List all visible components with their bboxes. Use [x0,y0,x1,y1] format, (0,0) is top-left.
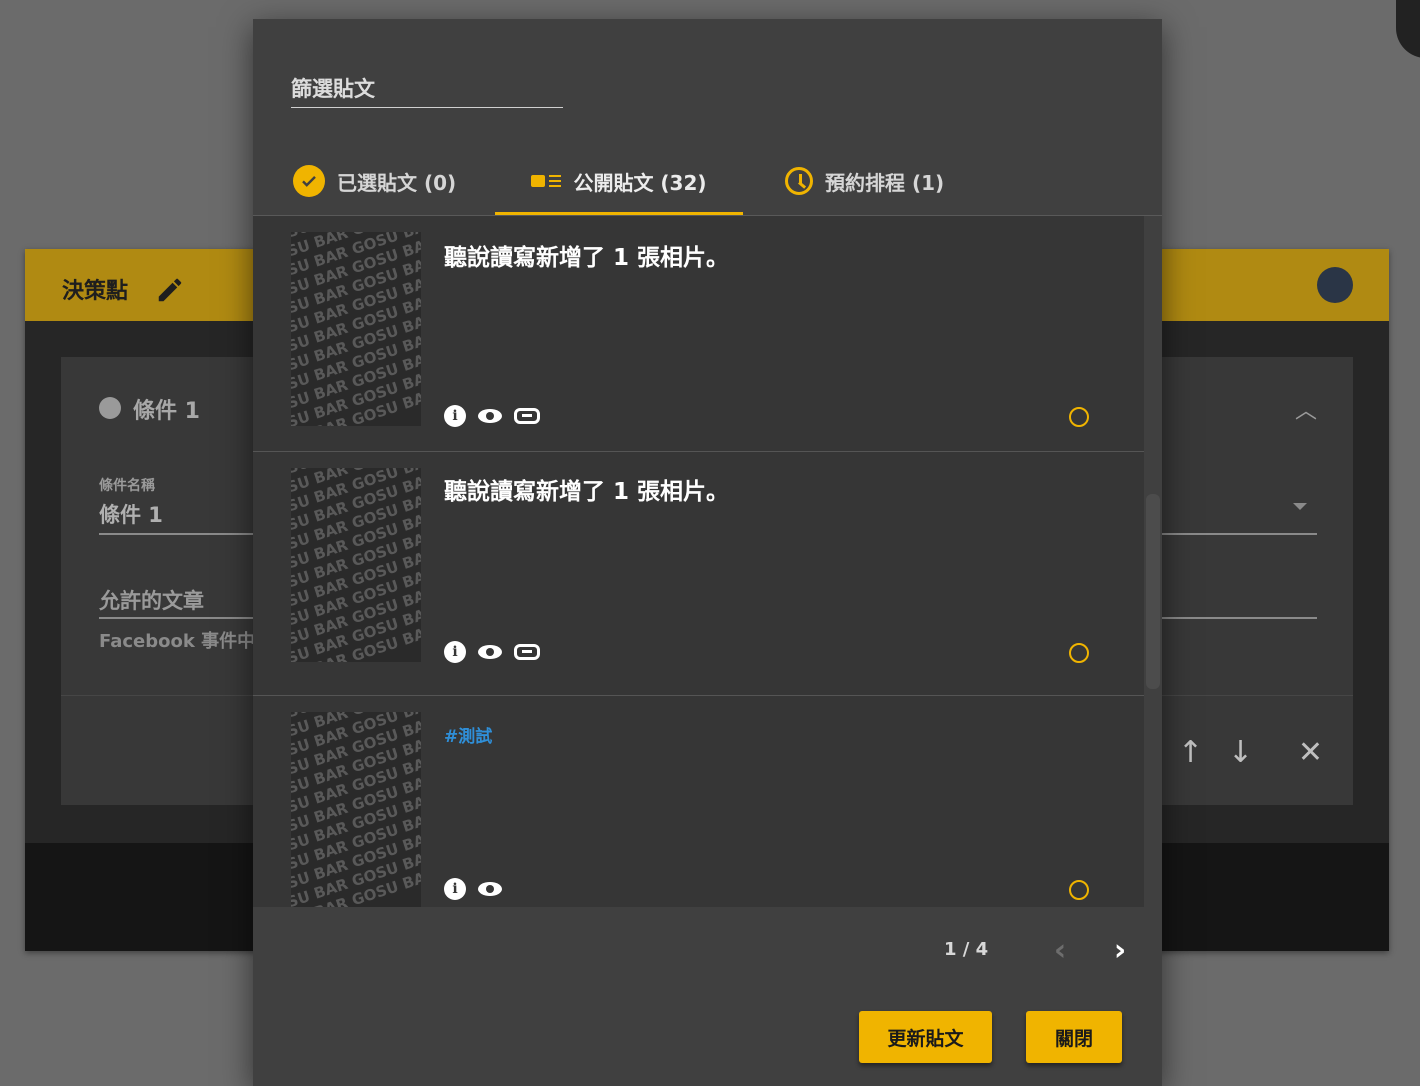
allowed-posts-underline [99,617,259,619]
decision-point-title: 決策點 [62,279,129,304]
move-up-icon[interactable]: ↑ [1178,735,1203,770]
clock-icon [785,167,813,195]
post-select-radio[interactable] [1069,643,1089,663]
post-list-scrollbar[interactable] [1144,216,1162,907]
close-button[interactable]: 關閉 [1026,1011,1122,1063]
condition-name-underline [99,533,259,535]
post-item[interactable]: GOSU BAR GOSU BAR GOSU BAR GOSU BAR GOSU… [253,216,1144,452]
info-icon[interactable]: i [444,405,466,427]
pagination-indicator: 1 / 4 [944,939,989,960]
filter-underline [291,107,563,108]
tab-scheduled-posts[interactable]: 預約排程 (1) [785,147,944,215]
chevron-right-icon[interactable]: › [1106,933,1134,969]
allowed-posts-label: 允許的文章 [99,589,204,613]
post-tabs: 已選貼文 (0) 公開貼文 (32) 預約排程 (1) [253,147,1162,216]
post-hashtag[interactable]: #測試 [444,722,492,747]
info-icon[interactable]: i [444,878,466,900]
condition-status-dot [99,397,121,419]
tab-selected-posts[interactable]: 已選貼文 (0) [293,147,456,215]
move-down-icon[interactable]: ↓ [1228,735,1253,770]
post-title: 聽說讀寫新增了 1 張相片。 [444,479,730,505]
post-item[interactable]: GOSU BAR GOSU BAR GOSU BAR GOSU BAR GOSU… [253,452,1144,696]
background-corner-shape [1396,0,1420,58]
tab-public-posts[interactable]: 公開貼文 (32) [495,147,743,215]
allowed-posts-hint: Facebook 事件中， [99,631,274,652]
update-posts-button[interactable]: 更新貼文 [859,1011,992,1063]
dropdown-arrow-icon[interactable] [1293,503,1307,510]
eye-icon[interactable] [478,882,502,896]
post-actions: i [444,878,502,900]
condition-name-label: 條件名稱 [99,478,155,494]
chevron-left-icon[interactable]: ‹ [1046,933,1074,969]
post-title: 聽說讀寫新增了 1 張相片。 [444,245,730,271]
media-list-icon [531,175,562,187]
chevron-up-icon[interactable]: ︿ [1295,393,1317,425]
post-select-radio[interactable] [1069,407,1089,427]
link-icon[interactable] [514,644,540,660]
tab-public-posts-label: 公開貼文 (32) [573,170,707,195]
condition-name-field[interactable]: 條件 1 [99,499,163,529]
tab-selected-posts-label: 已選貼文 (0) [337,170,457,195]
scrollbar-thumb[interactable] [1146,494,1160,689]
filter-field [291,77,563,108]
post-actions: i [444,405,540,427]
eye-icon[interactable] [478,645,502,659]
tab-scheduled-posts-label: 預約排程 (1) [825,170,945,195]
eye-icon[interactable] [478,409,502,423]
active-tab-indicator [495,212,743,215]
post-thumbnail: GOSU BAR GOSU BAR GOSU BAR GOSU BAR GOSU… [291,468,421,662]
post-list: GOSU BAR GOSU BAR GOSU BAR GOSU BAR GOSU… [253,216,1144,907]
info-icon[interactable]: i [444,641,466,663]
condition-title: 條件 1 [133,399,200,424]
post-item[interactable]: GOSU BAR GOSU BAR GOSU BAR GOSU BAR GOSU… [253,696,1144,907]
post-picker-dialog: 已選貼文 (0) 公開貼文 (32) 預約排程 (1) GOSU BAR GOS… [253,19,1162,1086]
link-icon[interactable] [514,408,540,424]
remove-icon[interactable]: ✕ [1298,735,1323,770]
pencil-icon[interactable] [155,275,185,305]
avatar [1317,267,1353,303]
post-actions: i [444,641,540,663]
filter-posts-input[interactable] [291,77,563,107]
post-select-radio[interactable] [1069,880,1089,900]
post-thumbnail: GOSU BAR GOSU BAR GOSU BAR GOSU BAR GOSU… [291,712,421,907]
post-thumbnail: GOSU BAR GOSU BAR GOSU BAR GOSU BAR GOSU… [291,232,421,426]
check-circle-icon [293,165,325,197]
